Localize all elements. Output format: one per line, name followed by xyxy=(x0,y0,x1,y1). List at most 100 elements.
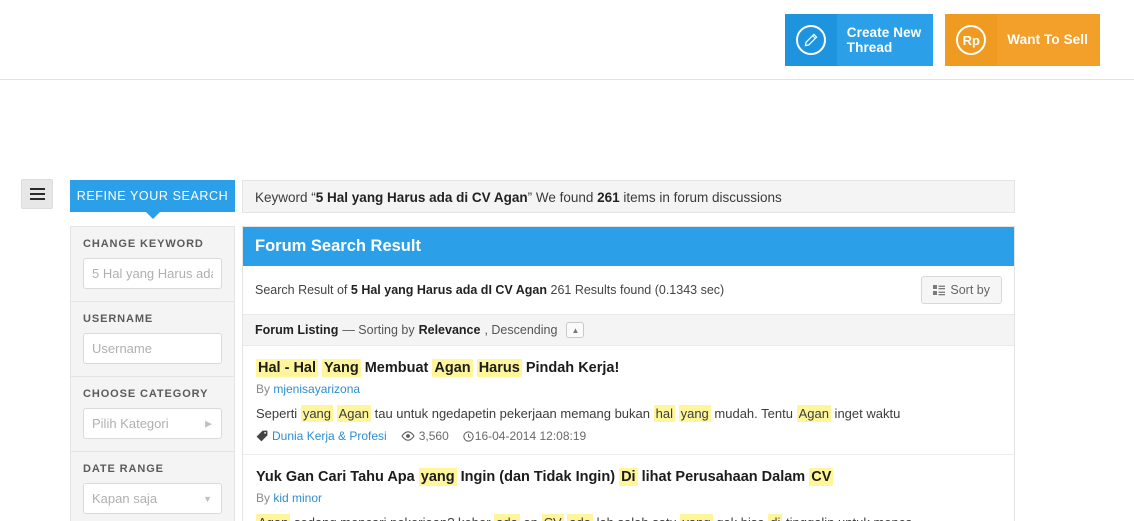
field-date-range: DATE RANGE Kapan saja ▼ xyxy=(71,452,234,521)
date-range-value: Kapan saja xyxy=(92,491,158,506)
result-snippet: Seperti yang Agan tau untuk ngedapetin p… xyxy=(256,405,1001,422)
highlight-term: yang xyxy=(300,405,334,422)
summary-suffix: 261 Results found (0.1343 sec) xyxy=(547,283,725,297)
highlight-term: CV xyxy=(541,514,564,521)
change-keyword-label: CHANGE KEYWORD xyxy=(83,238,204,250)
chevron-right-icon: ▶ xyxy=(205,418,212,428)
keyword-text: 5 Hal yang Harus ada di CV Agan xyxy=(315,190,528,205)
result-title[interactable]: Yuk Gan Cari Tahu Apa yang Ingin (dan Ti… xyxy=(256,468,1001,487)
text-run: inget waktu xyxy=(830,406,901,421)
highlight-term: yang xyxy=(678,405,711,422)
highlight-term: Agan xyxy=(796,405,831,422)
hamburger-icon[interactable] xyxy=(21,179,53,209)
field-change-keyword: CHANGE KEYWORD xyxy=(71,227,234,302)
forum-search-result-panel: Forum Search Result Search Result of 5 H… xyxy=(242,226,1015,521)
listing-sort-field: Relevance xyxy=(418,323,481,337)
refine-your-search-tab[interactable]: REFINE YOUR SEARCH xyxy=(70,180,235,219)
result-author-link[interactable]: kid minor xyxy=(273,491,322,505)
hamburger-bar xyxy=(29,188,45,190)
summary-prefix: Search Result of xyxy=(255,283,351,297)
result-meta-row: Dunia Kerja & Profesi 3,560 16-04-2014 12:… xyxy=(256,429,1001,443)
content-layout: REFINE YOUR SEARCH CHANGE KEYWORD USERNA… xyxy=(70,180,1015,521)
date-range-label: DATE RANGE xyxy=(83,463,164,475)
text-run: Seperti xyxy=(256,406,301,421)
highlight-term: ada xyxy=(494,514,520,521)
eye-icon xyxy=(401,431,415,441)
result-date-text: 16-04-2014 12:08:19 xyxy=(474,429,587,443)
want-to-sell-label: Want To Sell xyxy=(1007,32,1088,48)
tag-icon xyxy=(256,430,268,442)
sort-by-button[interactable]: Sort by xyxy=(921,276,1002,304)
keyword-suffix: items in forum discussions xyxy=(619,190,782,205)
pencil-glyph xyxy=(804,33,818,46)
listing-direction: , Descending xyxy=(484,323,558,337)
list-ul-icon xyxy=(933,284,946,295)
result-category-link[interactable]: Dunia Kerja & Profesi xyxy=(272,429,387,443)
listing-dash: — Sorting by xyxy=(342,323,415,337)
by-prefix: By xyxy=(256,491,274,505)
keyword-prefix: Keyword “ xyxy=(255,190,316,205)
change-keyword-input[interactable] xyxy=(83,258,222,289)
result-summary-text: Search Result of 5 Hal yang Harus ada dI… xyxy=(255,283,724,297)
highlight-term: CV xyxy=(809,468,834,486)
top-bar: Create New Thread Rp Want To Sell xyxy=(0,0,1134,80)
field-choose-category: CHOOSE CATEGORY Pilih Kategori ▶ xyxy=(71,377,234,452)
date-range-select[interactable]: Kapan saja ▼ xyxy=(83,483,222,514)
field-username: USERNAME xyxy=(71,302,234,377)
keyword-middle: ” We found xyxy=(527,190,598,205)
main-content: Keyword “5 Hal yang Harus ada di CV Agan… xyxy=(242,180,1015,521)
highlight-term: ada xyxy=(567,514,593,521)
result-views: 3,560 xyxy=(401,429,449,443)
text-run: Ingin (dan Tidak Ingin) xyxy=(456,469,620,485)
text-run: tinggalin untuk menca xyxy=(782,515,912,521)
text-run: gak bisa xyxy=(713,515,769,521)
result-author-line: By mjenisayarizona xyxy=(256,382,1001,396)
want-to-sell-button[interactable]: Rp Want To Sell xyxy=(945,14,1100,66)
highlight-term: Agan xyxy=(336,405,372,422)
highlight-term: Yang xyxy=(322,359,361,377)
highlight-term: Di xyxy=(619,468,638,486)
highlight-term: Agan xyxy=(256,514,291,521)
keyword-summary-bar: Keyword “5 Hal yang Harus ada di CV Agan… xyxy=(242,180,1015,213)
result-snippet: Agan sedang mencari pekerjaan? keber ada… xyxy=(256,514,1001,521)
highlight-term: Harus xyxy=(476,359,522,377)
result-author-link[interactable]: mjenisayarizona xyxy=(273,382,360,396)
top-action-buttons: Create New Thread Rp Want To Sell xyxy=(784,14,1100,66)
highlight-term: yang xyxy=(418,468,457,486)
rupiah-glyph: Rp xyxy=(956,25,987,55)
search-result-item: Yuk Gan Cari Tahu Apa yang Ingin (dan Ti… xyxy=(243,455,1014,521)
summary-keyword: 5 Hal yang Harus ada dI CV Agan xyxy=(350,283,548,297)
result-category[interactable]: Dunia Kerja & Profesi xyxy=(256,429,387,443)
panel-summary-row: Search Result of 5 Hal yang Harus ada dI… xyxy=(243,266,1014,315)
page-body: REFINE YOUR SEARCH CHANGE KEYWORD USERNA… xyxy=(0,80,1134,521)
rupiah-icon: Rp xyxy=(945,14,998,66)
chevron-down-icon: ▼ xyxy=(203,493,212,504)
highlight-term: hal xyxy=(653,405,675,422)
choose-category-label: CHOOSE CATEGORY xyxy=(83,388,209,400)
result-views-count: 3,560 xyxy=(418,429,449,443)
chevron-up-icon[interactable]: ▲ xyxy=(566,322,585,338)
result-author-line: By kid minor xyxy=(256,491,1001,505)
clock-icon xyxy=(463,430,474,442)
forum-listing-bar: Forum Listing — Sorting by Relevance, De… xyxy=(243,315,1014,346)
text-run: sedang mencari pekerjaan? keber xyxy=(290,515,494,521)
sort-by-label: Sort by xyxy=(950,283,990,297)
panel-title: Forum Search Result xyxy=(243,227,1014,266)
text-run: Membuat xyxy=(360,360,433,376)
keyword-result-count: 261 xyxy=(597,190,620,205)
text-run: an xyxy=(520,515,542,521)
text-run: tau untuk ngedapetin pekerjaan memang bu… xyxy=(371,406,654,421)
choose-category-value: Pilih Kategori xyxy=(92,416,169,431)
result-title[interactable]: Hal - Hal Yang Membuat Agan Harus Pindah… xyxy=(256,359,1001,378)
pencil-icon xyxy=(784,14,837,66)
choose-category-select[interactable]: Pilih Kategori ▶ xyxy=(83,408,222,439)
search-result-item: Hal - Hal Yang Membuat Agan Harus Pindah… xyxy=(243,346,1014,455)
text-run: lihat Perusahaan Dalam xyxy=(637,469,810,485)
hamburger-bar xyxy=(29,198,45,200)
username-label: USERNAME xyxy=(83,313,154,325)
username-input[interactable] xyxy=(83,333,222,364)
create-new-thread-label: Create New Thread xyxy=(846,24,922,55)
create-new-thread-button[interactable]: Create New Thread xyxy=(784,14,934,66)
forum-listing-label: Forum Listing xyxy=(255,323,339,337)
refine-sidebar: REFINE YOUR SEARCH CHANGE KEYWORD USERNA… xyxy=(70,180,235,521)
